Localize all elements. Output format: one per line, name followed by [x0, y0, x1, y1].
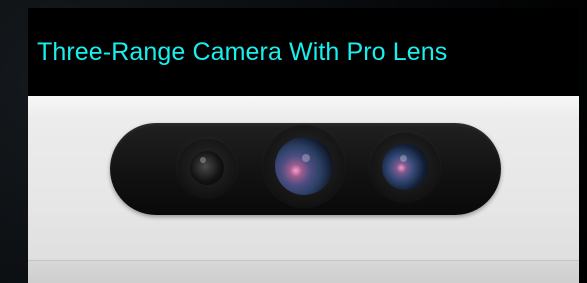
camera-lens-left-highlight — [200, 157, 206, 163]
camera-lens-right-glass — [382, 144, 428, 190]
camera-lens-center-glass — [275, 137, 333, 195]
camera-lens-center-highlight — [302, 154, 310, 162]
caption-title: Three-Range Camera With Pro Lens — [37, 38, 448, 66]
caption-banner: Three-Range Camera With Pro Lens — [28, 8, 579, 96]
camera-lens-center-icon — [262, 124, 346, 208]
camera-lens-right-highlight — [400, 155, 407, 162]
camera-lens-left-glass — [190, 151, 224, 185]
device-bottom-band — [28, 260, 579, 283]
camera-lens-left-icon — [176, 137, 238, 199]
stage: Three-Range Camera With Pro Lens — [0, 0, 587, 283]
camera-lens-right-icon — [369, 131, 441, 203]
product-feature-panel: Three-Range Camera With Pro Lens — [28, 8, 579, 283]
